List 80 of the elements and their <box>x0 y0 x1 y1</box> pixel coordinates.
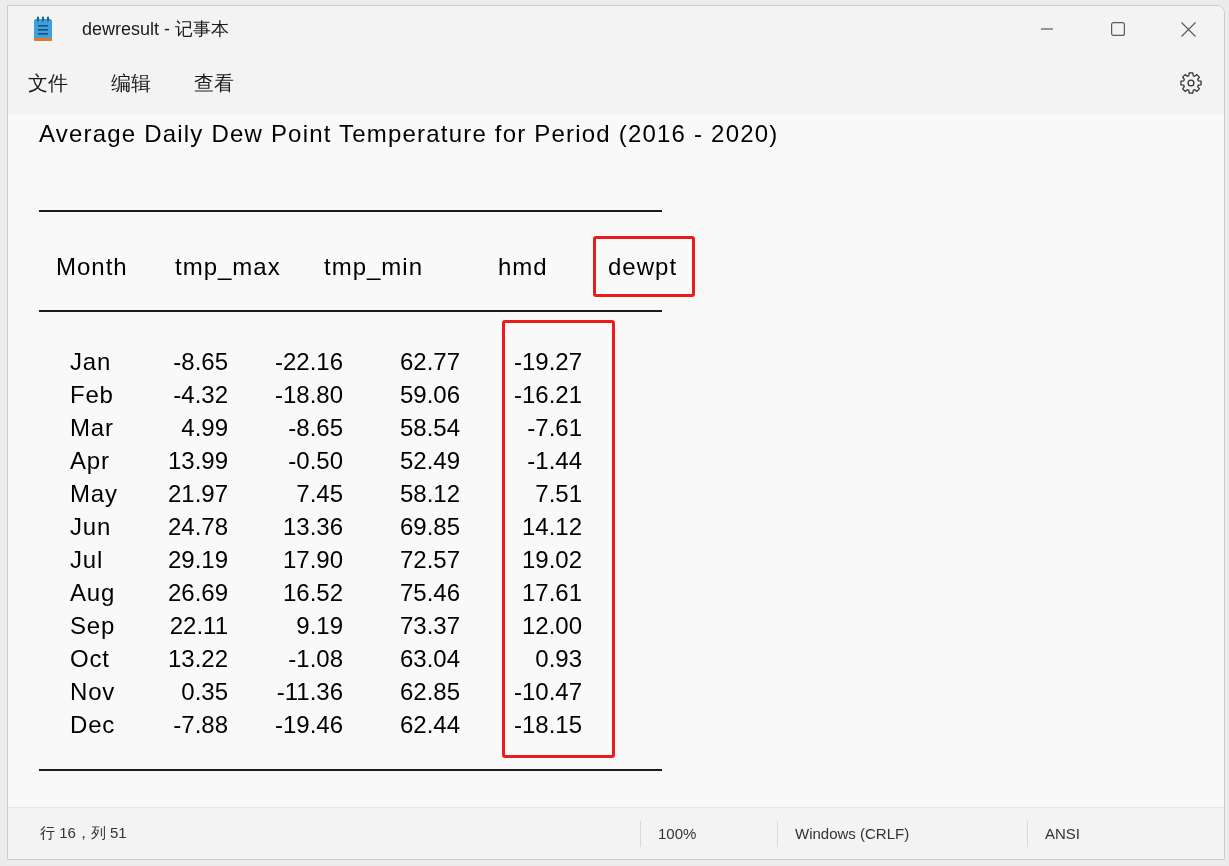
maximize-icon <box>1110 22 1125 36</box>
table-cell-text: 19.02 <box>521 545 582 575</box>
table-cell-text: Apr <box>70 446 110 476</box>
table-cell-text: 72.57 <box>399 545 460 575</box>
table-cell-text: -7.88 <box>173 710 228 740</box>
table-cell-text: -19.46 <box>274 710 343 740</box>
text-editor[interactable] <box>8 114 1224 807</box>
zoom-level: 100% <box>658 825 697 842</box>
table-cell-text: Oct <box>70 644 110 674</box>
table-cell-text: 13.99 <box>167 446 228 476</box>
table-cell-text: -18.80 <box>274 380 343 410</box>
table-cell-text: -19.27 <box>513 347 582 377</box>
table-cell-text: -11.36 <box>276 677 343 707</box>
table-cell-text: 58.12 <box>399 479 460 509</box>
table-cell-text: 16.52 <box>282 578 343 608</box>
table-cell-text: -0.50 <box>288 446 343 476</box>
table-cell-text: May <box>70 479 118 509</box>
minimize-icon <box>1040 28 1053 30</box>
table-cell-text: Jul <box>70 545 104 575</box>
table-cell-text: -16.21 <box>513 380 582 410</box>
table-cell-text: 17.61 <box>521 578 582 608</box>
table-cell-text: -8.65 <box>173 347 228 377</box>
table-cell-text: 22.11 <box>169 611 228 641</box>
table-cell-text: 52.49 <box>399 446 460 476</box>
menu-item[interactable]: 文件 <box>8 61 88 105</box>
table-cell-text: 24.78 <box>167 512 228 542</box>
table-cell-text: 59.06 <box>399 380 460 410</box>
table-cell-text: -1.08 <box>288 644 343 674</box>
line-ending: Windows (CRLF) <box>795 825 910 842</box>
column-header: tmp_max <box>175 251 281 282</box>
table-cell-text: 0.35 <box>181 677 228 707</box>
table-cell-text: -10.47 <box>513 677 582 707</box>
table-cell-text: 75.46 <box>399 578 460 608</box>
table-cell-text: 12.00 <box>521 611 582 641</box>
table-cell-text: 14.12 <box>521 512 582 542</box>
table-cell-text: 0.93 <box>535 644 582 674</box>
table-cell-text: 63.04 <box>399 644 460 674</box>
table-cell-text: Mar <box>70 413 114 443</box>
table-cell-text: 62.44 <box>399 710 460 740</box>
table-cell-text: -4.32 <box>173 380 228 410</box>
text-encoding: ANSI <box>1045 825 1080 842</box>
table-cell-text: 9.19 <box>296 611 343 641</box>
settings-icon <box>1180 72 1202 94</box>
table-cell-text: -1.44 <box>527 446 582 476</box>
table-cell-text: 62.77 <box>399 347 460 377</box>
table-cell-text: Jun <box>70 512 112 542</box>
table-cell-text: 13.36 <box>282 512 343 542</box>
table-cell-text: -8.65 <box>288 413 343 443</box>
table-cell-text: 26.69 <box>167 578 228 608</box>
table-cell-text: 73.37 <box>399 611 460 641</box>
table-cell-text: 69.85 <box>399 512 460 542</box>
table-cell-text: 17.90 <box>282 545 343 575</box>
menu-item[interactable]: 编辑 <box>91 61 171 105</box>
table-cell-text: 21.97 <box>167 479 228 509</box>
table-cell-text: 62.85 <box>399 677 460 707</box>
column-header: Month <box>56 251 128 282</box>
table-cell-text: 4.99 <box>181 413 228 443</box>
close-icon <box>1181 21 1196 37</box>
table-cell-text: -7.61 <box>527 413 582 443</box>
cursor-position: 行 16，列 51 <box>40 824 127 843</box>
table-cell-text: Nov <box>70 677 116 707</box>
notepad-icon <box>33 16 53 42</box>
window-title: dewresult - 记事本 <box>82 18 230 41</box>
table-cell-text: Sep <box>70 611 116 641</box>
menu-item[interactable]: 查看 <box>174 61 254 105</box>
table-cell-text: 29.19 <box>167 545 228 575</box>
table-cell-text: 58.54 <box>399 413 460 443</box>
table-cell-text: -22.16 <box>274 347 343 377</box>
table-cell-text: Jan <box>70 347 112 377</box>
table-cell-text: Feb <box>70 380 114 410</box>
column-header: hmd <box>498 251 548 282</box>
document-heading: Average Daily Dew Point Temperature for Period (2016 - 2020) <box>39 119 779 149</box>
table-cell-text: -18.15 <box>513 710 582 740</box>
table-cell-text: 13.22 <box>167 644 228 674</box>
column-header: dewpt <box>593 235 696 297</box>
table-cell-text: 7.45 <box>296 479 343 509</box>
column-header: tmp_min <box>324 251 424 282</box>
table-cell-text: Dec <box>70 710 116 740</box>
table-cell-text: Aug <box>70 578 116 608</box>
table-cell-text: 7.51 <box>535 479 582 509</box>
